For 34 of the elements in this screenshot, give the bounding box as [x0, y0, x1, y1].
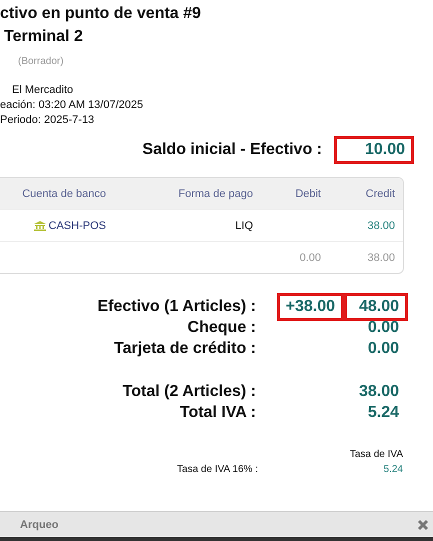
payment-label: Cheque : [186, 318, 256, 336]
column-header[interactable]: Forma de pago [106, 188, 253, 200]
total-label: Total (2 Articles) : [122, 382, 256, 400]
terminal-title: Terminal 2 [4, 28, 84, 47]
page-title: ctivo en punto de venta #9 [0, 5, 202, 24]
close-icon[interactable] [417, 518, 429, 530]
payment-label: Tarjeta de crédito : [113, 340, 256, 358]
total-value: 5.24 [366, 402, 400, 422]
tax-heading: Tasa de IVA [348, 449, 403, 460]
table-cell-text: 38.00 [366, 252, 395, 264]
column-header[interactable]: Cuenta de banco [0, 188, 106, 200]
info-line: El Mercadito [11, 83, 74, 98]
table-cell-text: LIQ [234, 220, 253, 232]
payment-value: 48.00 [344, 292, 408, 320]
info-line: Periodo: 2025-7-13 [0, 113, 96, 128]
bank-icon [34, 220, 46, 230]
payment-delta: +38.00 [276, 292, 344, 320]
opening-value: 10.00 [334, 136, 414, 164]
column-header[interactable]: Debit [253, 188, 321, 200]
info-line: eación: 03:20 AM 13/07/2025 [0, 98, 144, 113]
total-value: 38.00 [358, 382, 400, 402]
tax-value: 5.24 [382, 464, 403, 475]
payment-value: 0.00 [366, 318, 400, 338]
opening-label: Saldo inicial - Efectivo : [142, 141, 322, 159]
footer-title: Arqueo [20, 518, 58, 530]
tax-label: Tasa de IVA 16% : [176, 464, 258, 475]
payment-value: 0.00 [366, 338, 400, 358]
status-label: (Borrador) [18, 56, 65, 67]
table-cell-text: 38.00 [366, 220, 395, 232]
column-header[interactable]: Credit [321, 188, 395, 200]
bank-account-link[interactable]: CASH-POS [48, 220, 106, 232]
total-label: Total IVA : [178, 404, 256, 422]
table-cell-text: 0.00 [298, 252, 321, 264]
payment-label: Efectivo (1 Articles) : [96, 298, 256, 316]
